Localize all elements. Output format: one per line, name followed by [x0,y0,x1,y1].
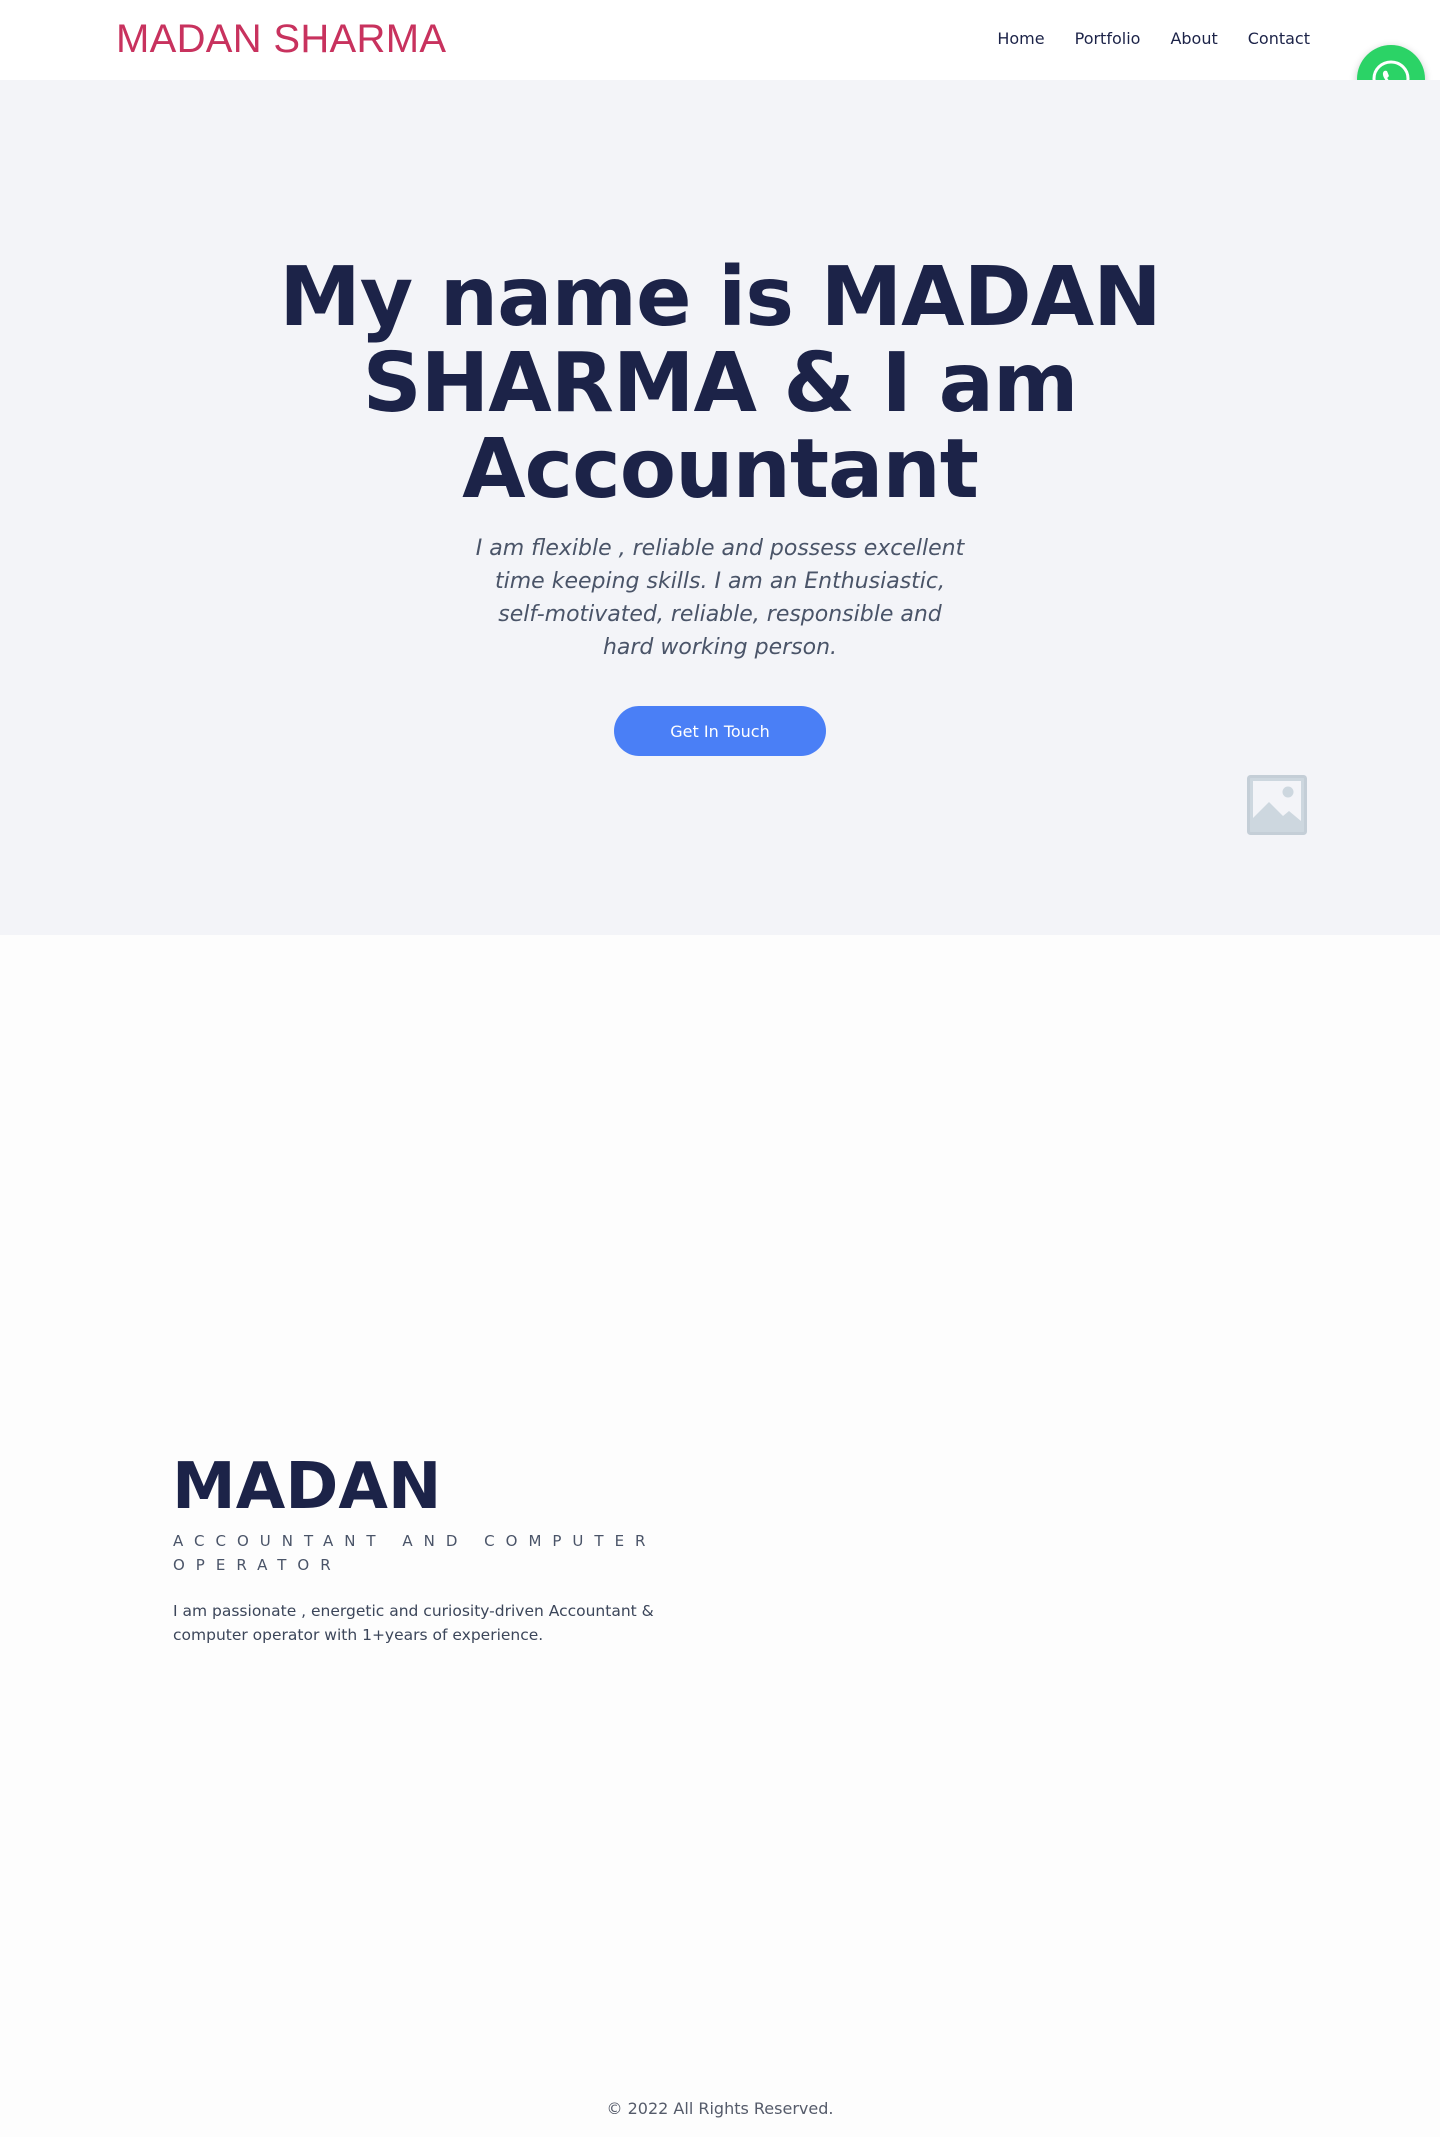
footer-copyright: © 2022 All Rights Reserved. [606,2099,834,2118]
nav-home-link[interactable]: Home [997,27,1044,51]
hero-section: My name is MADAN SHARMA & I am Accountan… [0,80,1440,935]
nav-contact-link[interactable]: Contact [1248,27,1310,51]
hero-subtitle: I am flexible , reliable and possess exc… [475,536,965,660]
image-placeholder-icon [1247,775,1307,835]
hero-title: My name is MADAN SHARMA & I am Accountan… [279,250,1162,517]
about-name: MADAN [172,1450,442,1524]
about-section: MADAN ACCOUNTANT AND COMPUTER OPERATOR I… [0,935,1440,2137]
site-logo[interactable]: MADAN SHARMA [116,13,446,65]
main-nav: Home Portfolio About Contact [997,27,1310,51]
about-description: I am passionate , energetic and curiosit… [173,1602,654,1644]
about-role: ACCOUNTANT AND COMPUTER OPERATOR [173,1532,657,1574]
nav-about-link[interactable]: About [1170,27,1217,51]
nav-portfolio-link[interactable]: Portfolio [1075,27,1141,51]
get-in-touch-button[interactable]: Get In Touch [614,706,826,756]
site-header: MADAN SHARMA Home Portfolio About Contac… [0,0,1440,80]
